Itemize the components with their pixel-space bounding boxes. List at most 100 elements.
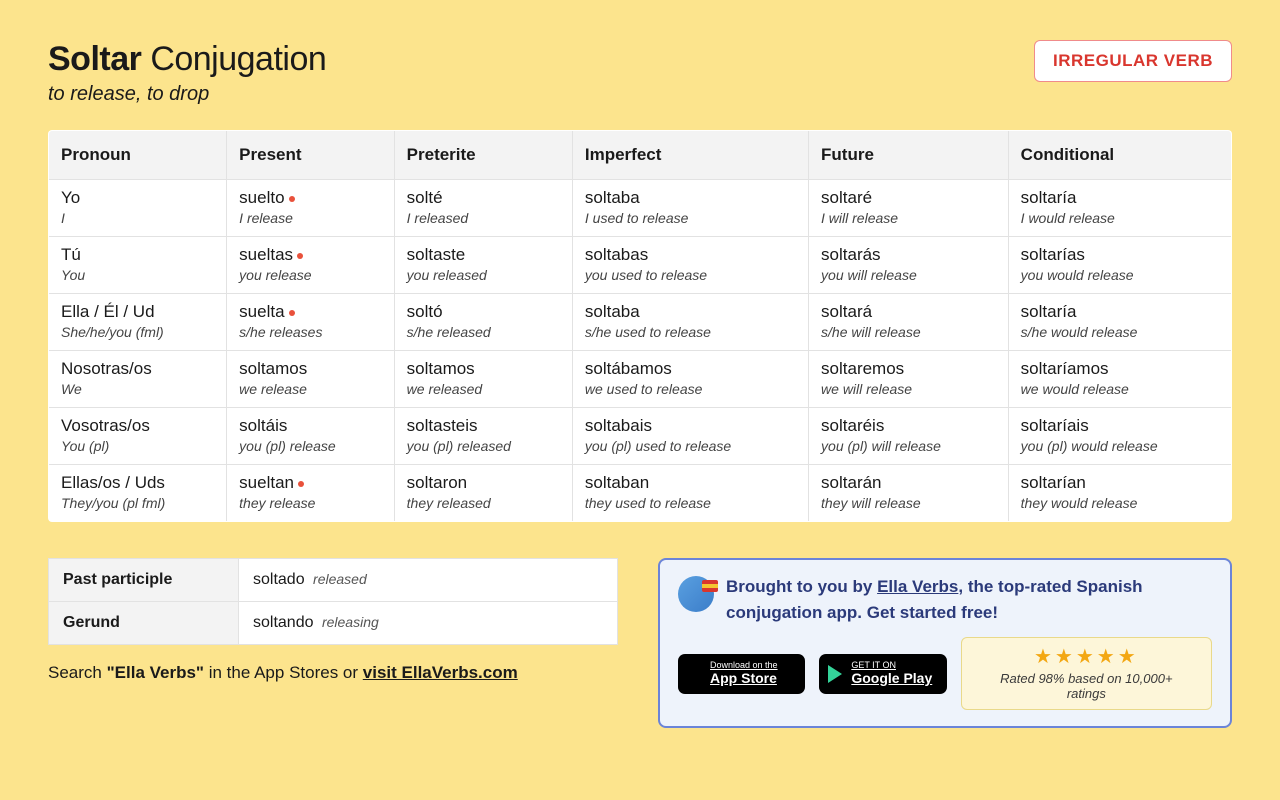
bottom-left: Past participle soltado released Gerund …	[48, 558, 618, 683]
conjugation-main: Ella / Él / Ud	[61, 302, 214, 322]
title-block: Soltar Conjugation to release, to drop	[48, 40, 326, 106]
irregular-dot-icon	[289, 196, 295, 202]
irregular-dot-icon	[297, 253, 303, 259]
imperfect-cell: soltábamos we used to release	[572, 351, 808, 408]
pronoun-cell: Ella / Él / Ud She/he/you (fml)	[49, 294, 227, 351]
conjugation-sub: you (pl) released	[407, 438, 560, 454]
verb-name: Soltar	[48, 40, 141, 78]
visit-site-link[interactable]: visit EllaVerbs.com	[363, 663, 518, 682]
participle-main: soltado	[253, 571, 305, 588]
conjugation-sub: They/you (pl fml)	[61, 495, 214, 511]
search-instruction: Search "Ella Verbs" in the App Stores or…	[48, 663, 618, 683]
app-store-button[interactable]: Download on the App Store	[678, 654, 805, 694]
conjugation-main: suelto	[239, 188, 381, 208]
conjugation-main: sueltan	[239, 473, 381, 493]
conjugation-sub: s/he releases	[239, 324, 381, 340]
ella-verbs-link[interactable]: Ella Verbs	[877, 577, 958, 596]
conjugation-main: soltaría	[1021, 188, 1219, 208]
conjugation-sub: you released	[407, 267, 560, 283]
preterite-cell: soltaste you released	[394, 237, 572, 294]
participle-table: Past participle soltado released Gerund …	[48, 558, 618, 645]
conjugation-main: soltabas	[585, 245, 796, 265]
imperfect-cell: soltabas/he used to release	[572, 294, 808, 351]
conjugation-main: soltaste	[407, 245, 560, 265]
table-row: YoIsueltoI releasesoltéI releasedsoltaba…	[49, 180, 1232, 237]
conjugation-main: Yo	[61, 188, 214, 208]
conjugation-sub: we used to release	[585, 381, 796, 397]
irregular-dot-icon	[289, 310, 295, 316]
conjugation-main: soltó	[407, 302, 560, 322]
conjugation-main: soltábamos	[585, 359, 796, 379]
conjugation-main: soltáis	[239, 416, 381, 436]
conjugation-sub: you will release	[821, 267, 996, 283]
imperfect-cell: soltabas you used to release	[572, 237, 808, 294]
imperfect-cell: soltabaI used to release	[572, 180, 808, 237]
imperfect-cell: soltabanthey used to release	[572, 465, 808, 522]
preterite-cell: soltasteis you (pl) released	[394, 408, 572, 465]
conjugation-sub: We	[61, 381, 214, 397]
bottom-section: Past participle soltado released Gerund …	[48, 558, 1232, 728]
conjugation-main: soltarás	[821, 245, 996, 265]
conjugation-main: soltaba	[585, 302, 796, 322]
conjugation-main: soltaréis	[821, 416, 996, 436]
conditional-cell: soltaríaI would release	[1008, 180, 1231, 237]
promo-text: Brought to you by Ella Verbs, the top-ra…	[726, 574, 1212, 625]
column-header: Conditional	[1008, 131, 1231, 180]
conjugation-main: Nosotras/os	[61, 359, 214, 379]
conjugation-main: soltamos	[239, 359, 381, 379]
participle-sub: released	[313, 571, 367, 587]
present-cell: sueltanthey release	[227, 465, 394, 522]
conjugation-main: soltasteis	[407, 416, 560, 436]
promo-bottom: Download on the App Store GET IT ON Goog…	[678, 637, 1212, 710]
search-app-name: "Ella Verbs"	[107, 663, 204, 682]
table-row: Gerund soltando releasing	[49, 602, 618, 645]
conjugation-main: soltamos	[407, 359, 560, 379]
participle-main: soltando	[253, 614, 314, 631]
future-cell: soltaré I will release	[809, 180, 1009, 237]
conjugation-sub: you (pl) would release	[1021, 438, 1219, 454]
conjugation-sub: I will release	[821, 210, 996, 226]
conjugation-sub: we release	[239, 381, 381, 397]
table-row: TúYousueltasyou releasesoltasteyou relea…	[49, 237, 1232, 294]
conjugation-main: soltará	[821, 302, 996, 322]
google-play-button[interactable]: GET IT ON Google Play	[819, 654, 946, 694]
future-cell: soltarás/he will release	[809, 294, 1009, 351]
table-row: Past participle soltado released	[49, 559, 618, 602]
conjugation-main: soltaron	[407, 473, 560, 493]
promo-top: Brought to you by Ella Verbs, the top-ra…	[678, 574, 1212, 625]
preterite-cell: soltós/he released	[394, 294, 572, 351]
conditional-cell: soltaríanthey would release	[1008, 465, 1231, 522]
star-icons: ★★★★★	[980, 644, 1193, 669]
conjugation-sub: You (pl)	[61, 438, 214, 454]
present-cell: soltáisyou (pl) release	[227, 408, 394, 465]
conditional-cell: soltaríamoswe would release	[1008, 351, 1231, 408]
conjugation-main: suelta	[239, 302, 381, 322]
conjugation-sub: they used to release	[585, 495, 796, 511]
conjugation-main: Vosotras/os	[61, 416, 214, 436]
pronoun-cell: Ellas/os / UdsThey/you (pl fml)	[49, 465, 227, 522]
conjugation-main: soltaré	[821, 188, 996, 208]
conjugation-sub: s/he would release	[1021, 324, 1219, 340]
header: Soltar Conjugation to release, to drop I…	[48, 40, 1232, 106]
conjugation-main: soltaba	[585, 188, 796, 208]
store-big-text: Google Play	[851, 671, 934, 686]
conjugation-sub: they released	[407, 495, 560, 511]
conjugation-sub: I release	[239, 210, 381, 226]
column-header: Future	[809, 131, 1009, 180]
conjugation-sub: you (pl) used to release	[585, 438, 796, 454]
present-cell: suelta s/he releases	[227, 294, 394, 351]
conjugation-sub: She/he/you (fml)	[61, 324, 214, 340]
conjugation-sub: you release	[239, 267, 381, 283]
conjugation-sub: you would release	[1021, 267, 1219, 283]
future-cell: soltaremoswe will release	[809, 351, 1009, 408]
preterite-cell: soltamoswe released	[394, 351, 572, 408]
conjugation-main: sueltas	[239, 245, 381, 265]
conjugation-sub: you used to release	[585, 267, 796, 283]
conjugation-main: soltarías	[1021, 245, 1219, 265]
conjugation-sub: I released	[407, 210, 560, 226]
present-cell: soltamos we release	[227, 351, 394, 408]
conditional-cell: soltarías/he would release	[1008, 294, 1231, 351]
conjugation-main: Tú	[61, 245, 214, 265]
column-header: Imperfect	[572, 131, 808, 180]
column-header: Present	[227, 131, 394, 180]
